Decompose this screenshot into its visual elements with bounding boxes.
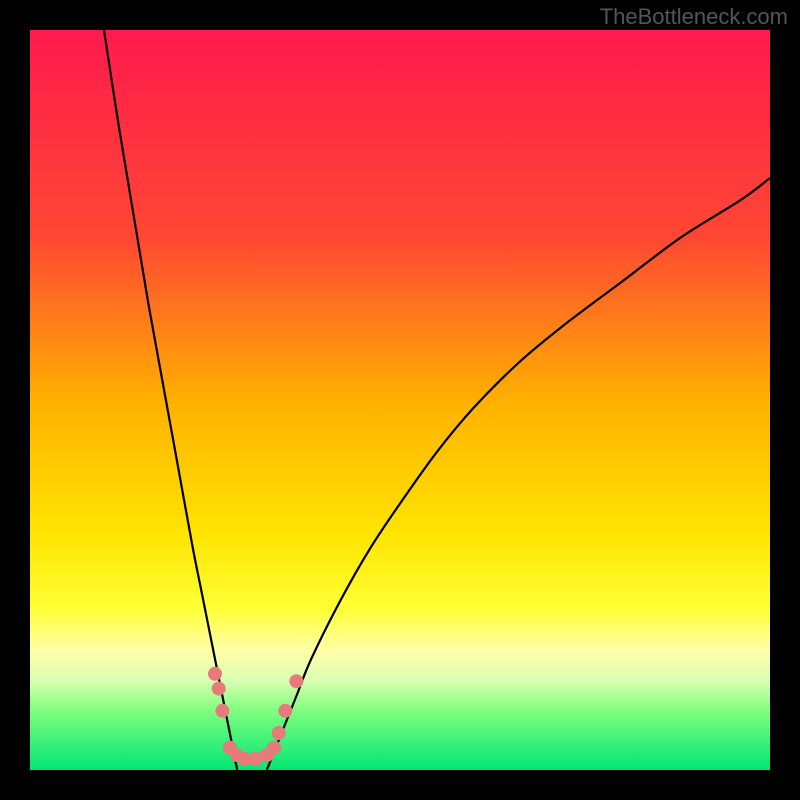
left-curve <box>104 30 237 770</box>
chart-container: TheBottleneck.com <box>0 0 800 800</box>
data-marker <box>278 704 292 718</box>
data-marker <box>289 674 303 688</box>
right-curve <box>267 178 770 770</box>
data-markers <box>208 667 303 766</box>
curves-layer <box>30 30 770 770</box>
data-marker <box>212 682 226 696</box>
data-marker <box>215 704 229 718</box>
watermark-text: TheBottleneck.com <box>600 4 788 30</box>
data-marker <box>267 741 281 755</box>
data-marker <box>208 667 222 681</box>
data-marker <box>272 726 286 740</box>
